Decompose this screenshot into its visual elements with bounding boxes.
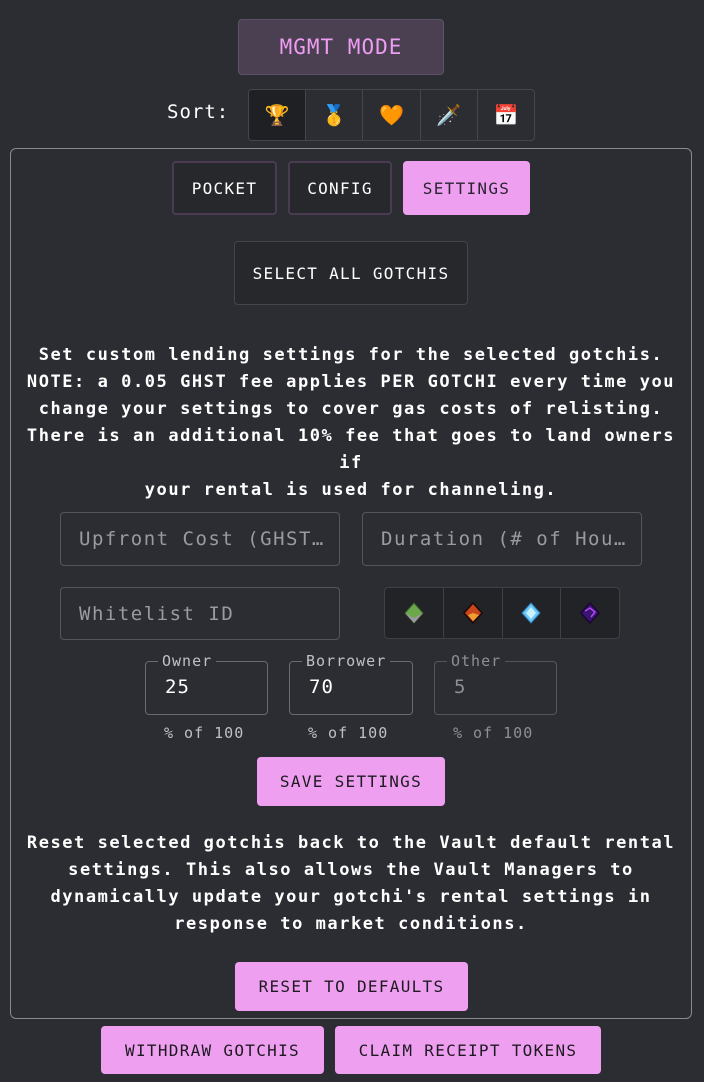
kek-alchemica-icon[interactable]: [560, 588, 619, 638]
duration-input[interactable]: Duration (# of Hou…: [362, 512, 642, 566]
sort-label: Sort:: [167, 101, 230, 123]
select-all-gotchis-button[interactable]: SELECT ALL GOTCHIS: [234, 241, 468, 305]
owner-share-field[interactable]: Owner 25: [145, 652, 268, 715]
reset-description: Reset selected gotchis back to the Vault…: [10, 830, 692, 938]
reset-description-line: dynamically update your gotchi's rental …: [50, 887, 652, 907]
reset-description-line: Reset selected gotchis back to the Vault…: [26, 833, 676, 853]
tab-config[interactable]: CONFIG: [288, 161, 392, 215]
whitelist-id-input[interactable]: Whitelist ID: [60, 587, 340, 640]
mgmt-mode-button[interactable]: MGMT MODE: [238, 19, 444, 75]
withdraw-gotchis-button[interactable]: WITHDRAW GOTCHIS: [101, 1026, 324, 1074]
description-line: change your settings to cover gas costs …: [38, 399, 664, 419]
sort-button-group: 🏆 🥇 🧡 🗡️ 📅: [248, 89, 535, 141]
sort-trophy-icon[interactable]: 🏆: [249, 90, 306, 140]
lending-settings-description: Set custom lending settings for the sele…: [10, 342, 692, 504]
tab-pocket[interactable]: POCKET: [172, 161, 277, 215]
alchemica-selector: [384, 587, 620, 639]
borrower-label: Borrower: [302, 652, 391, 670]
upfront-cost-input[interactable]: Upfront Cost (GHST…: [60, 512, 340, 566]
reset-to-defaults-button[interactable]: RESET TO DEFAULTS: [235, 962, 468, 1011]
reset-description-line: settings. This also allows the Vault Man…: [68, 860, 634, 880]
other-value: 5: [454, 676, 467, 698]
sort-calendar-icon[interactable]: 📅: [476, 90, 534, 140]
reset-description-line: response to market conditions.: [174, 914, 528, 934]
description-line: NOTE: a 0.05 GHST fee applies PER GOTCHI…: [26, 372, 676, 392]
other-hint: % of 100: [453, 724, 534, 742]
fud-alchemica-icon[interactable]: [385, 588, 443, 638]
other-label: Other: [447, 652, 506, 670]
description-line: There is an additional 10% fee that goes…: [26, 426, 676, 473]
borrower-share-field[interactable]: Borrower 70: [289, 652, 413, 715]
sort-dagger-icon[interactable]: 🗡️: [419, 90, 477, 140]
claim-receipt-tokens-button[interactable]: CLAIM RECEIPT TOKENS: [335, 1026, 601, 1074]
sort-heart-icon[interactable]: 🧡: [362, 90, 419, 140]
sort-medal-icon[interactable]: 🥇: [305, 90, 362, 140]
other-share-field: Other 5: [434, 652, 557, 715]
alpha-alchemica-icon[interactable]: [501, 588, 561, 638]
save-settings-button[interactable]: SAVE SETTINGS: [257, 757, 445, 806]
description-line: Set custom lending settings for the sele…: [38, 345, 664, 365]
borrower-value[interactable]: 70: [309, 676, 334, 698]
borrower-hint: % of 100: [308, 724, 389, 742]
owner-label: Owner: [158, 652, 217, 670]
fomo-alchemica-icon[interactable]: [442, 588, 502, 638]
tab-settings[interactable]: SETTINGS: [403, 161, 530, 215]
owner-value[interactable]: 25: [165, 676, 190, 698]
owner-hint: % of 100: [164, 724, 245, 742]
description-line: your rental is used for channeling.: [144, 480, 558, 500]
